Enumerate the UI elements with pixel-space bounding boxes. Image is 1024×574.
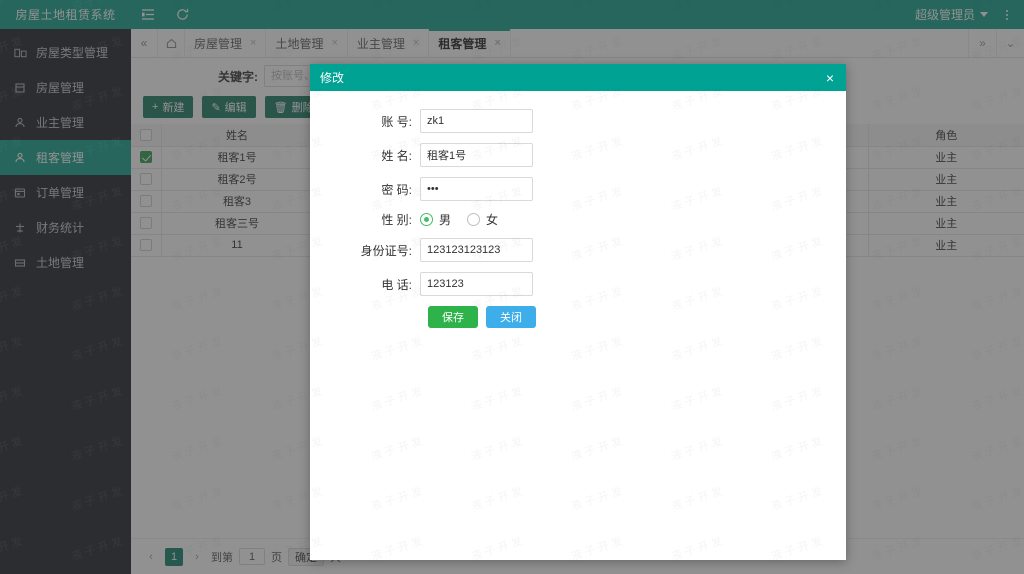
app-root: 房屋土地租赁系统 房屋类型管理房屋管理业主管理租客管理订单管理财务统计土地管理 … bbox=[0, 0, 1024, 574]
field-row-name: 姓 名: bbox=[310, 143, 846, 167]
field-row-account: 账 号: bbox=[310, 109, 846, 133]
dialog-body: 账 号: 姓 名: 密 码: 性 别: 男 bbox=[310, 91, 846, 560]
name-label: 姓 名: bbox=[381, 148, 412, 163]
dialog-close-button[interactable]: 关闭 bbox=[486, 306, 536, 328]
password-input[interactable] bbox=[420, 177, 533, 201]
dialog-actions: 保存 关闭 bbox=[310, 306, 846, 328]
password-label: 密 码: bbox=[381, 182, 412, 197]
field-row-gender: 性 别: 男 女 bbox=[310, 211, 846, 228]
gender-male-option[interactable]: 男 bbox=[420, 211, 451, 228]
radio-unselected-icon bbox=[467, 213, 481, 226]
idcard-label: 身份证号: bbox=[360, 243, 412, 258]
gender-female-label: 女 bbox=[486, 213, 499, 227]
account-label: 账 号: bbox=[381, 114, 412, 129]
name-input[interactable] bbox=[420, 143, 533, 167]
field-row-idcard: 身份证号: bbox=[310, 238, 846, 262]
radio-selected-icon bbox=[420, 213, 433, 226]
gender-female-option[interactable]: 女 bbox=[467, 211, 498, 228]
idcard-input[interactable] bbox=[420, 238, 533, 262]
edit-dialog: 修改 × 账 号: 姓 名: 密 码: 性 别: 男 bbox=[310, 64, 846, 560]
field-row-phone: 电 话: bbox=[310, 272, 846, 296]
phone-label: 电 话: bbox=[381, 277, 412, 292]
dialog-title: 修改 bbox=[320, 71, 345, 85]
phone-input[interactable] bbox=[420, 272, 533, 296]
close-icon[interactable]: × bbox=[824, 71, 836, 85]
gender-radio-group: 男 女 bbox=[420, 211, 498, 228]
gender-male-label: 男 bbox=[439, 213, 452, 227]
gender-label: 性 别: bbox=[381, 213, 412, 227]
account-input[interactable] bbox=[420, 109, 533, 133]
save-button[interactable]: 保存 bbox=[428, 306, 478, 328]
dialog-header: 修改 × bbox=[310, 64, 846, 91]
field-row-password: 密 码: bbox=[310, 177, 846, 201]
